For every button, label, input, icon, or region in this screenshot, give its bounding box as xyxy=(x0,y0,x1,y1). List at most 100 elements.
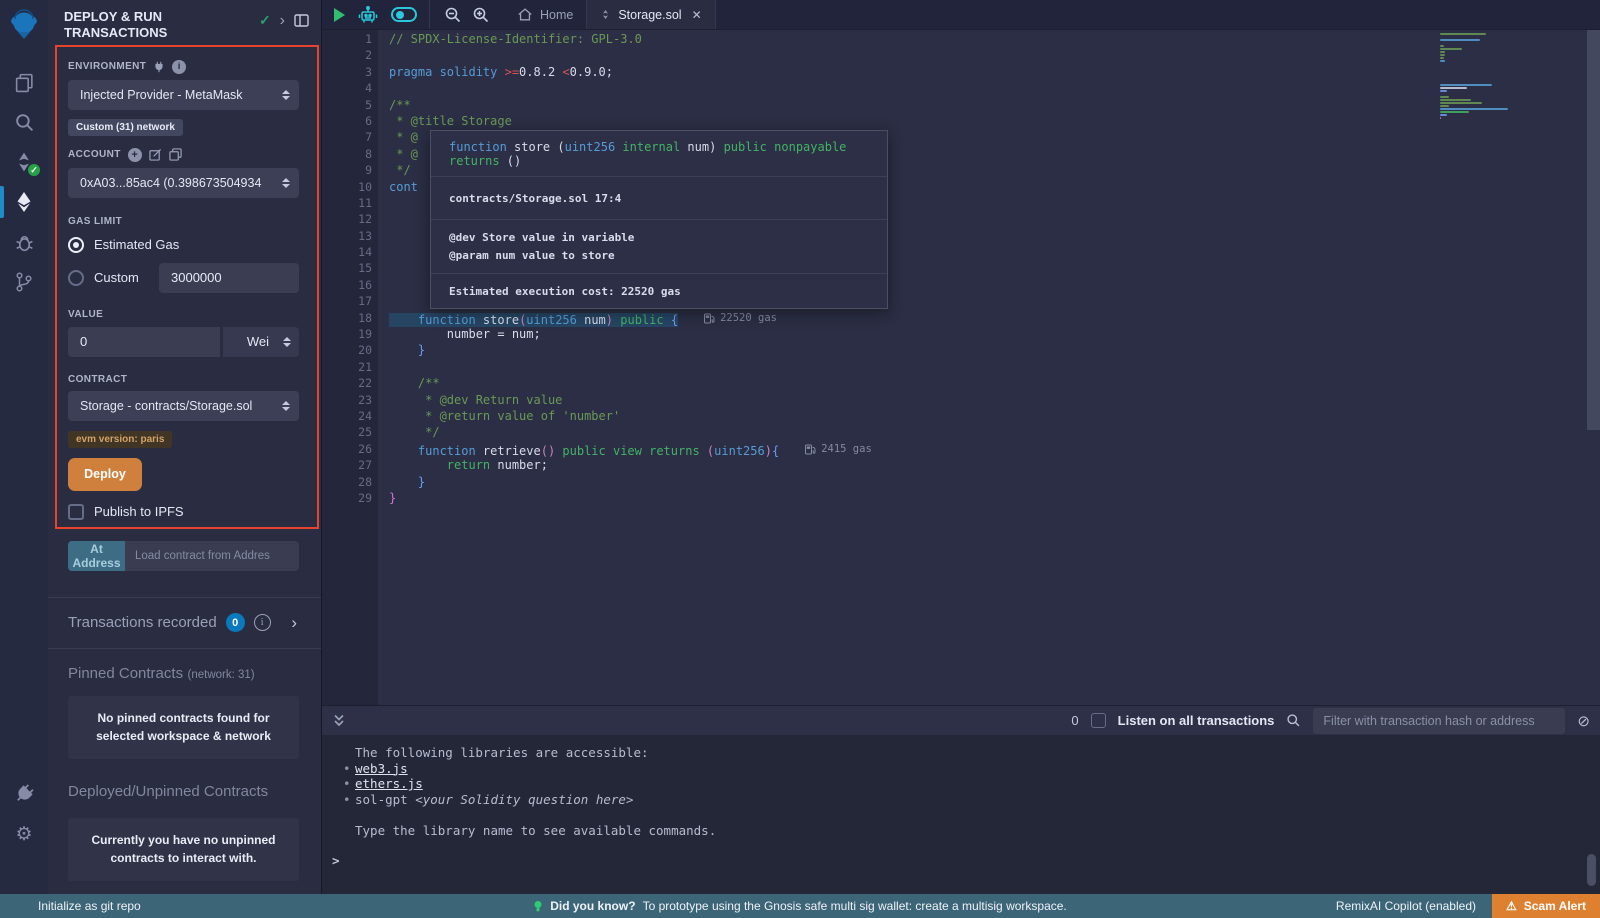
tab-storage-sol[interactable]: Storage.sol ✕ xyxy=(586,0,715,29)
collapse-terminal-icon[interactable] xyxy=(332,713,346,728)
account-select[interactable]: 0xA03...85ac4 (0.398673504934 xyxy=(68,168,299,198)
gas-limit-label: GAS LIMIT xyxy=(68,216,122,227)
transactions-info-icon[interactable]: i xyxy=(254,614,271,631)
panel-check-icon: ✓ xyxy=(259,12,271,29)
add-account-icon[interactable]: + xyxy=(128,148,142,162)
edit-account-icon[interactable] xyxy=(149,148,162,161)
environment-info-icon[interactable]: i xyxy=(172,60,186,74)
gas-estimate-hint: 2415 gas xyxy=(805,441,872,457)
line-number: 17 xyxy=(322,293,372,309)
network-badge: Custom (31) network xyxy=(68,119,183,136)
terminal-line xyxy=(355,807,1600,823)
settings-gear-icon[interactable]: ⚙ xyxy=(0,814,48,854)
library-link[interactable]: ethers.js xyxy=(355,776,423,791)
tip-text: To prototype using the Gnosis safe multi… xyxy=(643,899,1067,913)
solidity-compiler-icon[interactable]: ✓ xyxy=(0,142,48,182)
line-number: 13 xyxy=(322,228,372,244)
tooltip-signature: function store (uint256 internal num) pu… xyxy=(449,140,869,168)
value-input[interactable] xyxy=(68,327,220,357)
line-number: 21 xyxy=(322,359,372,375)
contract-select[interactable]: Storage - contracts/Storage.sol xyxy=(68,391,299,421)
ai-assistant-robot-icon[interactable] xyxy=(357,5,379,25)
close-tab-icon[interactable]: ✕ xyxy=(692,8,702,22)
estimated-gas-label: Estimated Gas xyxy=(94,237,179,252)
at-address-input[interactable] xyxy=(125,541,299,571)
code-editor[interactable]: 1// SPDX-License-Identifier: GPL-3.023pr… xyxy=(322,30,1600,705)
line-number: 1 xyxy=(322,31,372,47)
minimap[interactable] xyxy=(1440,33,1512,123)
publish-ipfs-label: Publish to IPFS xyxy=(94,504,184,519)
zoom-out-icon[interactable] xyxy=(444,6,462,24)
library-link[interactable]: web3.js xyxy=(355,761,408,776)
at-address-button[interactable]: At Address xyxy=(68,541,125,571)
copilot-status[interactable]: RemixAI Copilot (enabled) xyxy=(1336,899,1476,913)
terminal-lines: The following libraries are accessible:•… xyxy=(355,745,1600,838)
terminal-line: The following libraries are accessible: xyxy=(355,745,1600,761)
git-init-button[interactable]: Initialize as git repo xyxy=(0,899,141,913)
line-number: 26 xyxy=(322,441,372,457)
contract-value: Storage - contracts/Storage.sol xyxy=(80,399,276,413)
transactions-expand-icon[interactable]: › xyxy=(291,613,297,633)
line-number: 3 xyxy=(322,64,372,80)
custom-gas-label: Custom xyxy=(94,270,139,285)
scam-alert-button[interactable]: ⚠ Scam Alert xyxy=(1492,894,1600,918)
code-line: 27 return number; xyxy=(322,457,1600,473)
deploy-run-panel: DEPLOY & RUN TRANSACTIONS ✓ › ENVIRONMEN… xyxy=(48,0,322,894)
deploy-run-icon[interactable] xyxy=(0,182,48,222)
terminal-output[interactable]: The following libraries are accessible:•… xyxy=(322,735,1600,894)
transaction-filter-input[interactable] xyxy=(1313,708,1565,734)
tooltip-doc: @dev Store value in variable@param num v… xyxy=(431,220,887,274)
debugger-icon[interactable] xyxy=(0,222,48,262)
file-explorer-icon[interactable] xyxy=(0,62,48,102)
code-line: 23 * @dev Return value xyxy=(322,392,1600,408)
select-arrows-icon xyxy=(282,90,290,100)
code-line: 22 /** xyxy=(322,375,1600,391)
line-number: 22 xyxy=(322,375,372,391)
panel-expand-icon[interactable]: › xyxy=(280,15,285,27)
compile-success-badge: ✓ xyxy=(28,164,40,176)
clear-filter-icon[interactable]: ⊘ xyxy=(1577,712,1590,730)
transactions-recorded-label: Transactions recorded xyxy=(68,614,217,631)
terminal-tx-count: 0 xyxy=(1071,713,1078,728)
terminal-scrollbar[interactable] xyxy=(1587,854,1596,886)
tooltip-location: contracts/Storage.sol 17:4 xyxy=(449,192,869,205)
custom-gas-radio[interactable] xyxy=(68,270,84,286)
line-number: 27 xyxy=(322,457,372,473)
panel-layout-icon[interactable] xyxy=(294,14,309,27)
deploy-button[interactable]: Deploy xyxy=(68,458,142,491)
line-number: 25 xyxy=(322,424,372,440)
plug-icon[interactable] xyxy=(153,61,165,73)
git-icon[interactable] xyxy=(0,262,48,302)
code-line: 18 function store(uint256 num) public {2… xyxy=(322,310,1600,326)
tab-home[interactable]: Home xyxy=(504,0,586,29)
publish-ipfs-checkbox[interactable] xyxy=(68,504,84,520)
estimated-gas-radio[interactable] xyxy=(68,237,84,253)
code-line: 19 number = num; xyxy=(322,326,1600,342)
value-unit: Wei xyxy=(247,334,269,349)
zoom-in-icon[interactable] xyxy=(472,6,490,24)
home-icon xyxy=(517,7,533,22)
select-arrows-icon xyxy=(282,178,290,188)
transactions-count-badge: 0 xyxy=(226,613,245,632)
tab-file-label: Storage.sol xyxy=(618,8,681,22)
run-script-icon[interactable] xyxy=(334,8,345,22)
line-number: 2 xyxy=(322,47,372,63)
terminal-prompt[interactable]: > xyxy=(332,853,340,868)
line-number: 20 xyxy=(322,342,372,358)
copy-account-icon[interactable] xyxy=(169,148,182,161)
environment-value: Injected Provider - MetaMask xyxy=(80,88,276,102)
copilot-toggle[interactable] xyxy=(391,7,417,22)
code-line: 28 } xyxy=(322,474,1600,490)
environment-select[interactable]: Injected Provider - MetaMask xyxy=(68,80,299,110)
search-icon[interactable] xyxy=(0,102,48,142)
editor-scrollbar[interactable] xyxy=(1587,30,1600,430)
lightbulb-icon xyxy=(533,900,543,913)
remix-logo[interactable] xyxy=(0,2,48,48)
pinned-contracts-title: Pinned Contracts xyxy=(68,665,183,682)
account-label: ACCOUNT xyxy=(68,149,121,160)
listen-all-checkbox[interactable] xyxy=(1091,713,1106,728)
value-unit-select[interactable]: Wei xyxy=(223,327,299,357)
custom-gas-input[interactable] xyxy=(159,263,299,293)
plugin-manager-icon[interactable] xyxy=(0,774,48,814)
panel-title: DEPLOY & RUN TRANSACTIONS xyxy=(64,9,214,42)
